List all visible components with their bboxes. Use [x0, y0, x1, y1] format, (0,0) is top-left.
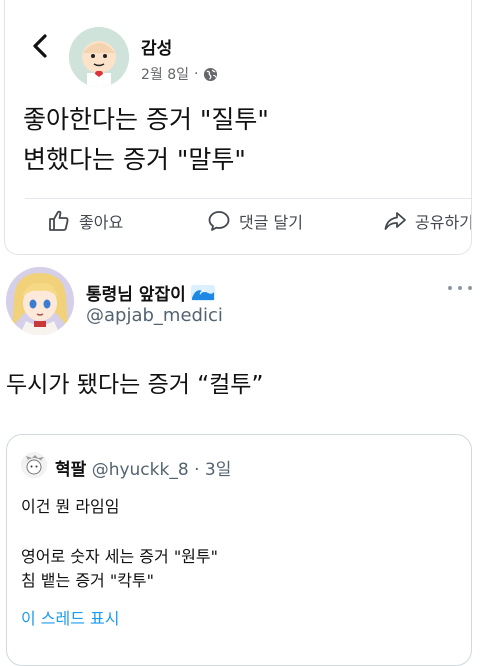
facebook-post-card: 감성 2월 8일 · 좋아한다는 증거 "질투" 변했다는 증거 "말투" 좋아… — [4, 0, 472, 255]
divider — [25, 198, 471, 199]
quoted-avatar[interactable] — [21, 452, 47, 478]
quoted-date[interactable]: 3일 — [205, 460, 231, 480]
share-icon — [384, 212, 406, 230]
quoted-text-line: 이건 뭔 라임임 — [21, 497, 120, 516]
tweet-avatar[interactable] — [6, 267, 74, 335]
more-icon — [448, 286, 452, 290]
wave-emoji-icon — [190, 284, 215, 301]
back-icon — [33, 34, 47, 58]
post-line: 변했다는 증거 "말투" — [23, 145, 246, 174]
like-icon — [49, 210, 69, 231]
back-button[interactable] — [27, 31, 53, 61]
meta-separator: · — [194, 66, 199, 82]
quoted-header: 혁팔 @hyuckk_8 · 3일 — [55, 455, 231, 480]
post-meta: 2월 8일 · — [141, 64, 218, 84]
quoted-text-line: 침 뱉는 증거 "칵투" — [21, 571, 155, 590]
share-button[interactable]: 공유하기 — [383, 206, 472, 236]
globe-icon — [204, 67, 218, 81]
quoted-separator: · — [194, 460, 200, 480]
display-name-text: 통령님 앞잡이 — [86, 285, 186, 305]
tweet-handle[interactable]: @apjab_medici — [86, 305, 223, 326]
more-options-button[interactable] — [448, 280, 472, 296]
quoted-text-line: 영어로 숫자 세는 증거 "원투" — [21, 547, 218, 566]
comment-button[interactable]: 댓글 달기 — [207, 206, 303, 236]
show-thread-link[interactable]: 이 스레드 표시 — [21, 605, 120, 629]
quoted-text-block: 영어로 숫자 세는 증거 "원투" 침 뱉는 증거 "칵투" — [21, 545, 218, 593]
comment-icon — [208, 211, 230, 231]
share-label: 공유하기 — [415, 213, 472, 232]
like-label: 좋아요 — [79, 213, 124, 232]
quoted-name[interactable]: 혁팔 — [55, 460, 86, 480]
author-avatar[interactable] — [69, 27, 129, 87]
tweet-display-name[interactable]: 통령님 앞잡이 — [86, 280, 216, 305]
author-name[interactable]: 감성 — [141, 34, 172, 59]
quoted-handle[interactable]: @hyuckk_8 — [92, 460, 189, 480]
comment-label: 댓글 달기 — [239, 213, 303, 232]
tweet-text: 두시가 됐다는 증거 “컬투” — [6, 372, 264, 398]
like-button[interactable]: 좋아요 — [47, 206, 123, 236]
post-line: 좋아한다는 증거 "질투" — [23, 105, 269, 134]
post-text: 좋아한다는 증거 "질투" 변했다는 증거 "말투" — [23, 100, 269, 180]
quoted-tweet-card[interactable]: 혁팔 @hyuckk_8 · 3일 이건 뭔 라임임 영어로 숫자 세는 증거 … — [6, 434, 472, 666]
post-date[interactable]: 2월 8일 — [141, 64, 189, 84]
